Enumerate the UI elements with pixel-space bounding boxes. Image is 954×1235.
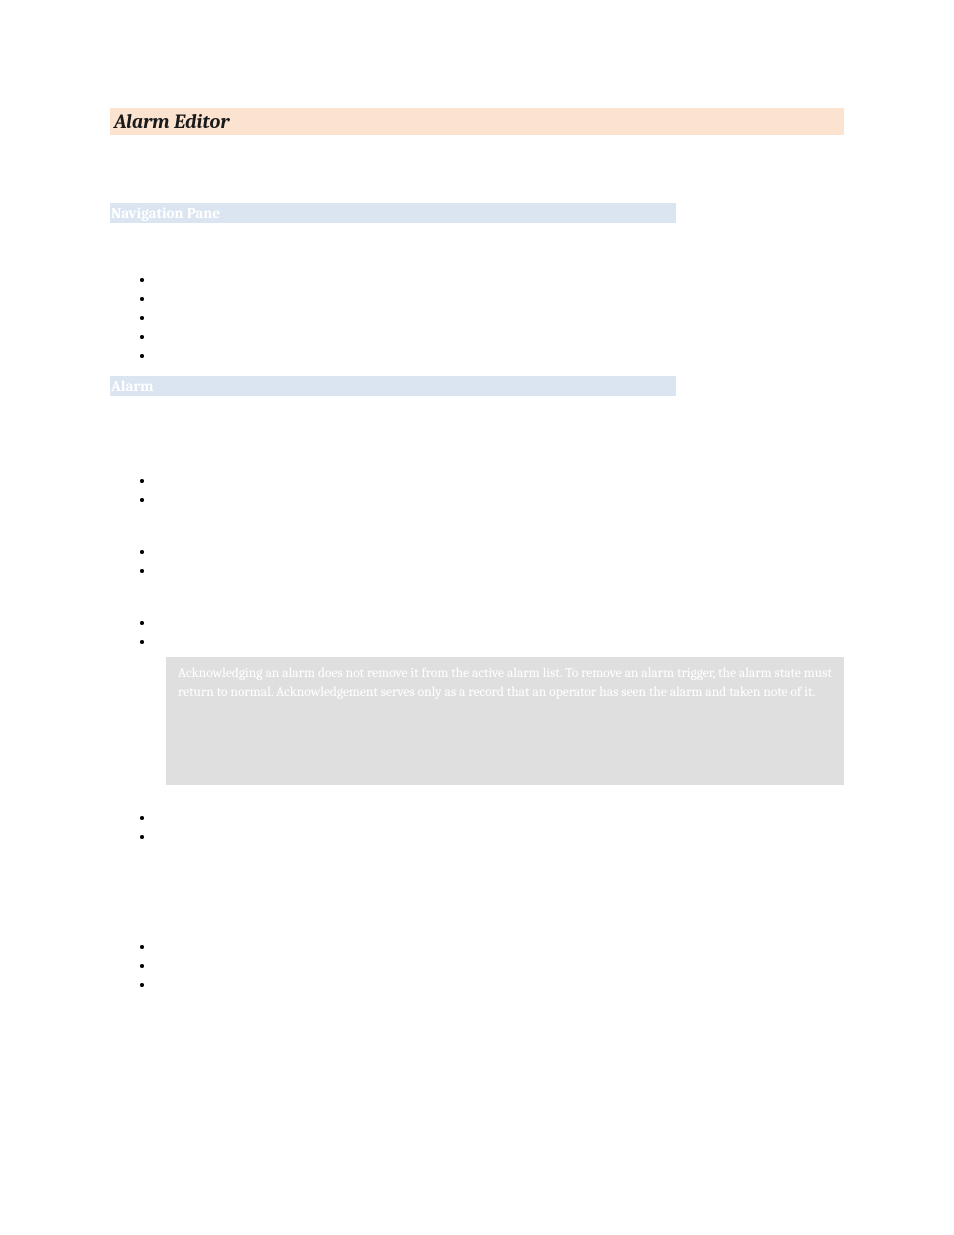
- intro-paragraph: Alarms are signals in software informing…: [110, 157, 844, 193]
- list-item: Shelve Allowed — — Select whether a user…: [154, 828, 844, 866]
- list-item: Message: [154, 328, 844, 347]
- list-item: Manual Ack or Un-Ack — Controls whether …: [154, 633, 844, 652]
- navigation-pane-body: Most automation applications run from a …: [110, 227, 844, 265]
- list-item: Alarm Name: [154, 309, 844, 328]
- list-item: Low Low — — Triggers a second, higher-se…: [154, 957, 844, 976]
- list-item: Disable Allowed — — Select whether a use…: [154, 809, 844, 828]
- setpoints-intro: Some alarm types are triggered when a va…: [110, 890, 844, 928]
- list-item: Priority — Enter a priority value for th…: [154, 562, 844, 600]
- list-item: Popup Enabled — Select this check box to…: [154, 614, 844, 633]
- list-item: Enabled — Clear this check box to disabl…: [154, 472, 844, 491]
- alarm-intro-1: Alarms are triggered by a specific event…: [110, 400, 844, 438]
- section-title: Alarm Editor: [110, 108, 844, 135]
- navigation-pane-list: Affinity Entity Type Alarm Name Message …: [154, 271, 844, 365]
- alarm-settings-list: Enabled — Clear this check box to disabl…: [154, 472, 844, 529]
- list-item: Low — — Triggers an alarm when the value…: [154, 938, 844, 957]
- alarm-settings-list-3: Popup Enabled — Select this check box to…: [154, 614, 844, 652]
- subheader-alarm: Alarm: [110, 376, 676, 396]
- list-item: Affinity: [154, 271, 844, 290]
- note-box: Acknowledging an alarm does not remove i…: [166, 657, 844, 785]
- setpoints-list: Low — — Triggers an alarm when the value…: [154, 938, 844, 995]
- alarm-intro-2: You can configure an individual alarm us…: [110, 447, 844, 466]
- list-item: Action: [154, 347, 844, 366]
- alarm-settings-list-4: Disable Allowed — — Select whether a use…: [154, 809, 844, 866]
- subheader-navigation-pane: Navigation Pane: [110, 203, 676, 223]
- list-item: Entity Type: [154, 290, 844, 309]
- list-item: Sound Enabled — Clear this check box to …: [154, 543, 844, 562]
- list-item: Delay — This is the number of seconds th…: [154, 491, 844, 529]
- alarm-settings-list-2: Sound Enabled — Clear this check box to …: [154, 543, 844, 600]
- list-item: Deviation Low — — Triggers an alarm when…: [154, 976, 844, 995]
